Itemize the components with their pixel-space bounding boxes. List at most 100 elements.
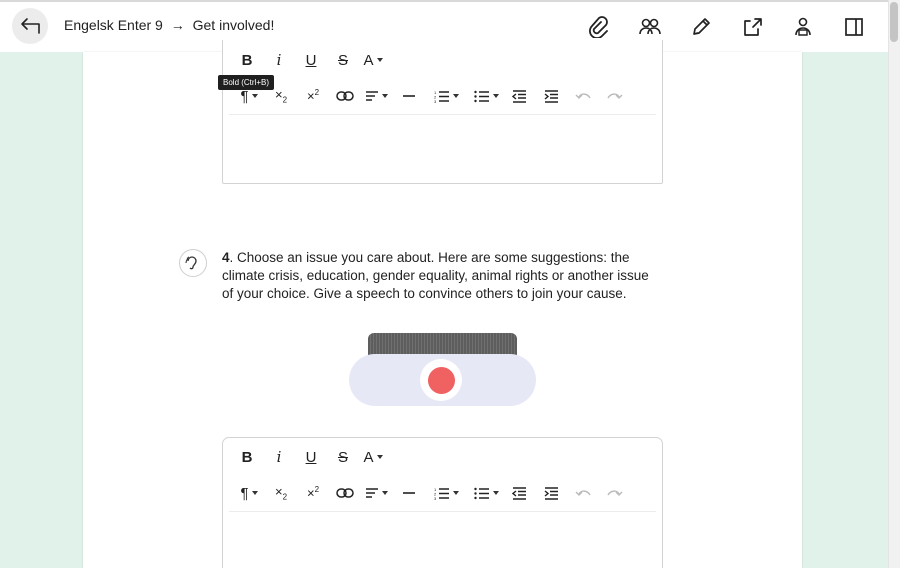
bold-button[interactable]: B [235,444,259,470]
align-left-icon [365,90,379,102]
caret-down-icon [492,491,499,495]
answer-editor-4[interactable]: B i U S A ¶ ×2 ×2 123 [222,437,663,568]
horizontal-rule-icon [402,491,416,495]
caret-down-icon [452,94,459,98]
record-button[interactable] [420,359,462,401]
subscript-icon: ×2 [274,484,288,502]
font-label: A [363,51,374,69]
paragraph-button[interactable]: ¶ [235,480,263,506]
back-button[interactable] [12,8,48,44]
question-4: 4. Choose an issue you care about. Here … [222,249,662,303]
breadcrumb: Engelsk Enter 9 → Get involved! [64,17,274,33]
teacher-icon [792,16,814,38]
superscript-icon: ×2 [306,485,320,501]
pencil-icon [690,16,712,38]
outdent-icon [511,89,527,103]
link-button[interactable] [331,480,359,506]
caret-down-icon [376,58,383,62]
ordered-list-button[interactable]: 123 [429,83,463,109]
toolbar-divider [229,114,656,115]
editor-toolbar-row-1: B i U S A [235,444,383,470]
edit-button[interactable] [684,12,718,42]
breadcrumb-current: Get involved! [192,17,275,33]
ordered-list-button[interactable]: 123 [429,480,463,506]
align-button[interactable] [361,480,391,506]
share-icon [741,16,763,38]
indent-icon [544,89,559,103]
question-number: 4 [222,250,230,265]
pilcrow-icon: ¶ [240,484,249,502]
bold-button[interactable]: B [235,47,259,73]
undo-button[interactable] [569,480,597,506]
bullet-list-icon [473,487,490,500]
pilcrow-icon: ¶ [240,87,249,105]
record-dot-icon [427,366,455,394]
link-button[interactable] [331,83,359,109]
redo-button[interactable] [601,480,629,506]
underline-button[interactable]: U [299,47,323,73]
sidebar-toggle-button[interactable] [837,12,871,42]
horizontal-rule-button[interactable] [395,480,423,506]
editor-toolbar-row-1: B i U S A [235,47,383,73]
editor-toolbar-row-2: ¶ ×2 ×2 123 [235,83,629,109]
outdent-button[interactable] [505,480,533,506]
undo-icon [575,488,591,498]
bullet-list-button[interactable] [469,480,503,506]
ordered-list-icon: 123 [434,487,450,500]
redo-button[interactable] [601,83,629,109]
link-icon [336,90,354,102]
strikethrough-button[interactable]: S [331,444,355,470]
header-actions [582,12,871,42]
answer-editor-3[interactable]: B i U S A ¶ ×2 ×2 123 [222,40,663,184]
share-button[interactable] [735,12,769,42]
group-button[interactable] [633,12,667,42]
outdent-button[interactable] [505,83,533,109]
breadcrumb-parent[interactable]: Engelsk Enter 9 [64,17,163,33]
indent-button[interactable] [537,83,565,109]
horizontal-rule-button[interactable] [395,83,423,109]
align-button[interactable] [361,83,391,109]
scrollbar-thumb[interactable] [890,2,898,42]
bold-tooltip: Bold (Ctrl+B) [218,75,275,90]
bullet-list-icon [473,90,490,103]
question-text: . Choose an issue you care about. Here a… [222,250,649,301]
teacher-button[interactable] [786,12,820,42]
indent-icon [544,486,559,500]
caret-down-icon [492,94,499,98]
font-label: A [363,448,374,466]
link-icon [336,487,354,499]
italic-button[interactable]: i [267,444,291,470]
outdent-icon [511,486,527,500]
superscript-button[interactable]: ×2 [299,480,327,506]
horizontal-rule-icon [402,94,416,98]
subscript-icon: ×2 [274,87,288,105]
attachment-button[interactable] [582,12,616,42]
undo-button[interactable] [569,83,597,109]
superscript-icon: ×2 [306,88,320,104]
italic-button[interactable]: i [267,47,291,73]
ear-icon [185,255,201,271]
toolbar-divider [229,511,656,512]
subscript-button[interactable]: ×2 [267,480,295,506]
bullet-list-button[interactable] [469,83,503,109]
scrollbar[interactable] [888,0,900,568]
font-color-button[interactable]: A [363,47,383,73]
caret-down-icon [381,491,388,495]
undo-icon [575,91,591,101]
svg-text:3: 3 [434,496,437,500]
editor-toolbar-row-2: ¶ ×2 ×2 123 [235,480,629,506]
font-color-button[interactable]: A [363,444,383,470]
listen-button[interactable] [179,249,207,277]
breadcrumb-separator: → [170,17,185,33]
strikethrough-button[interactable]: S [331,47,355,73]
attachment-icon [588,16,610,38]
group-icon [638,17,662,37]
caret-down-icon [251,491,258,495]
align-left-icon [365,487,379,499]
indent-button[interactable] [537,480,565,506]
underline-button[interactable]: U [299,444,323,470]
superscript-button[interactable]: ×2 [299,83,327,109]
redo-icon [607,91,623,101]
sidebar-panel-icon [843,16,865,38]
caret-down-icon [251,94,258,98]
